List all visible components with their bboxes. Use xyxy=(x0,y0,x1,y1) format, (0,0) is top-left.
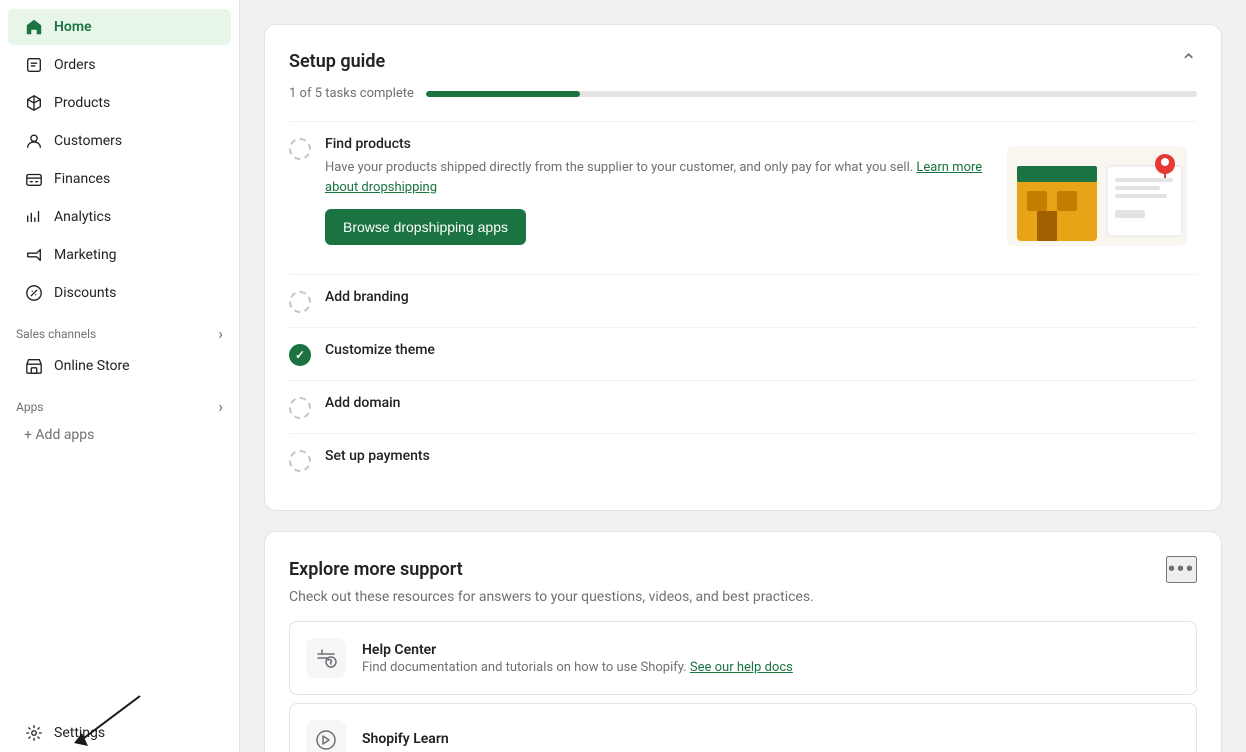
task-find-products-desc: Have your products shipped directly from… xyxy=(325,158,983,197)
help-center-link[interactable]: See our help docs xyxy=(690,660,793,675)
shopify-learn-icon xyxy=(306,720,346,752)
support-item-shopify-learn[interactable]: Shopify Learn xyxy=(289,703,1197,752)
setup-guide-collapse-button[interactable]: ⌃ xyxy=(1180,49,1197,74)
sidebar-item-discounts[interactable]: Discounts xyxy=(8,275,231,311)
task-add-domain-content: Add domain xyxy=(325,395,1197,417)
orders-icon xyxy=(24,55,44,75)
sales-channels-chevron[interactable]: › xyxy=(218,324,223,343)
task-customize-theme-title: Customize theme xyxy=(325,342,1197,358)
task-set-up-payments[interactable]: Set up payments xyxy=(289,433,1197,486)
sidebar-item-products[interactable]: Products xyxy=(8,85,231,121)
task-find-products-circle xyxy=(289,138,311,160)
task-add-branding-circle xyxy=(289,291,311,313)
settings-arrow-annotation xyxy=(0,691,239,715)
store-icon xyxy=(24,356,44,376)
sales-channels-section: Sales channels › xyxy=(0,312,239,347)
sidebar-item-finances[interactable]: Finances xyxy=(8,161,231,197)
support-item-shopify-learn-title: Shopify Learn xyxy=(362,731,449,747)
add-apps-button[interactable]: + Add apps xyxy=(8,421,231,449)
support-item-shopify-learn-content: Shopify Learn xyxy=(362,731,449,749)
task-customize-theme[interactable]: Customize theme xyxy=(289,327,1197,380)
task-add-branding[interactable]: Add branding xyxy=(289,274,1197,327)
analytics-icon xyxy=(24,207,44,227)
sidebar-item-online-store[interactable]: Online Store xyxy=(8,348,231,384)
browse-dropshipping-apps-button[interactable]: Browse dropshipping apps xyxy=(325,209,526,245)
task-set-up-payments-content: Set up payments xyxy=(325,448,1197,470)
setup-progress-bar xyxy=(426,91,1197,97)
explore-support-title: Explore more support xyxy=(289,559,463,580)
settings-icon xyxy=(24,723,44,743)
discounts-icon xyxy=(24,283,44,303)
support-item-help-center-content: Help Center Find documentation and tutor… xyxy=(362,642,793,675)
products-icon xyxy=(24,93,44,113)
task-set-up-payments-circle xyxy=(289,450,311,472)
explore-support-card: Explore more support ••• Check out these… xyxy=(264,531,1222,752)
home-icon xyxy=(24,17,44,37)
sidebar: Home Orders Products Customers xyxy=(0,0,240,752)
sidebar-item-home[interactable]: Home xyxy=(8,9,231,45)
setup-progress-text: 1 of 5 tasks complete xyxy=(289,86,414,101)
apps-section: Apps › xyxy=(0,385,239,420)
task-customize-theme-circle xyxy=(289,344,311,366)
sidebar-item-analytics[interactable]: Analytics xyxy=(8,199,231,235)
task-add-domain-title: Add domain xyxy=(325,395,1197,411)
task-find-products-title: Find products xyxy=(325,136,983,152)
sidebar-item-marketing[interactable]: Marketing xyxy=(8,237,231,273)
support-item-help-center-desc: Find documentation and tutorials on how … xyxy=(362,660,793,675)
setup-guide-card: Setup guide ⌃ 1 of 5 tasks complete Find… xyxy=(264,24,1222,511)
explore-support-header: Explore more support ••• xyxy=(289,556,1197,583)
support-item-help-center-title: Help Center xyxy=(362,642,793,658)
annotation-arrow xyxy=(60,691,160,751)
explore-support-desc: Check out these resources for answers to… xyxy=(289,589,1197,605)
setup-guide-header: Setup guide ⌃ xyxy=(289,49,1197,74)
sidebar-item-customers[interactable]: Customers xyxy=(8,123,231,159)
task-find-products[interactable]: Find products Have your products shipped… xyxy=(289,121,1197,274)
find-products-illustration xyxy=(997,136,1197,260)
task-add-branding-content: Add branding xyxy=(325,289,1197,311)
apps-chevron[interactable]: › xyxy=(218,397,223,416)
task-add-domain-circle xyxy=(289,397,311,419)
task-set-up-payments-title: Set up payments xyxy=(325,448,1197,464)
customers-icon xyxy=(24,131,44,151)
setup-guide-title: Setup guide xyxy=(289,51,385,72)
support-item-help-center[interactable]: Help Center Find documentation and tutor… xyxy=(289,621,1197,695)
finances-icon xyxy=(24,169,44,189)
sidebar-item-orders[interactable]: Orders xyxy=(8,47,231,83)
marketing-icon xyxy=(24,245,44,265)
setup-progress-fill xyxy=(426,91,580,97)
main-content: Setup guide ⌃ 1 of 5 tasks complete Find… xyxy=(240,0,1246,752)
task-customize-theme-content: Customize theme xyxy=(325,342,1197,364)
explore-support-menu-button[interactable]: ••• xyxy=(1166,556,1197,583)
setup-progress-row: 1 of 5 tasks complete xyxy=(289,86,1197,101)
task-find-products-content: Find products Have your products shipped… xyxy=(325,136,983,245)
help-center-icon xyxy=(306,638,346,678)
task-add-branding-title: Add branding xyxy=(325,289,1197,305)
task-add-domain[interactable]: Add domain xyxy=(289,380,1197,433)
